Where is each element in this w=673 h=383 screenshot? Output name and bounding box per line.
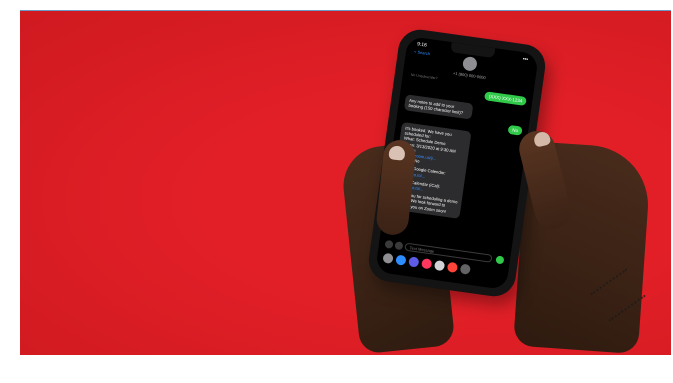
sub-note: No Unsubscribe? [410,72,438,81]
status-time: 9:16 [416,41,428,49]
outgoing-bubble-1: (XXX) XXX-1234 [484,91,527,106]
appstore-app-icon[interactable] [395,254,407,266]
search-gif-icon[interactable] [421,258,433,270]
contact-avatar [462,55,478,72]
appstore-icon[interactable] [394,241,404,251]
image-frame: 9:16 ▪▪▪ < Search +1 (800) 000-0000 No U… [0,0,673,383]
photos-app-icon[interactable] [382,252,394,264]
outgoing-bubble-2: No [507,124,523,136]
music-icon[interactable] [446,261,459,274]
signal-icon: ▪▪▪ [522,56,529,63]
memoji-icon[interactable] [408,256,420,268]
back-link[interactable]: < Search [414,49,431,56]
camera-icon[interactable] [384,239,394,249]
sticker-icon[interactable] [433,259,446,272]
incoming-bubble-1: Any notes to add to your booking (150 ch… [403,94,474,120]
phone-notch [450,42,496,59]
send-icon[interactable] [495,255,505,265]
more-apps-icon[interactable] [459,263,471,275]
